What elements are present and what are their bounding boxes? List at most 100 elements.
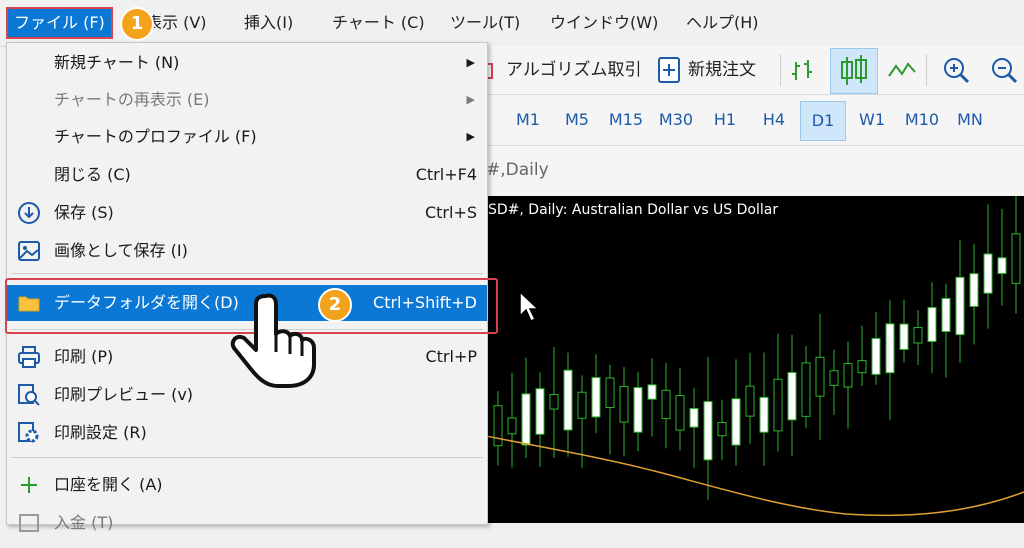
- submenu-arrow-icon: ▶: [466, 56, 475, 69]
- candle-body: [815, 356, 825, 397]
- candle-body: [633, 387, 643, 433]
- toolbar-divider: [780, 54, 781, 86]
- candle-body: [983, 253, 993, 294]
- candle-body: [689, 408, 699, 428]
- menu-chart[interactable]: チャート (C): [326, 9, 431, 37]
- menu-insert[interactable]: 挿入(I): [238, 9, 299, 37]
- print-preview-icon: [17, 383, 41, 407]
- timeframe-mn[interactable]: MN: [948, 101, 992, 139]
- candle-body: [829, 370, 839, 386]
- submenu-arrow-icon: ▶: [466, 130, 475, 143]
- save-icon: [17, 201, 41, 225]
- candle-body: [535, 388, 545, 435]
- printer-icon: [17, 345, 41, 369]
- menu-save-as-picture[interactable]: 画像として保存 (I): [7, 233, 487, 269]
- algo-trading-button[interactable]: アルゴリズム取引: [506, 52, 642, 88]
- timeframe-m30[interactable]: M30: [654, 101, 698, 139]
- candle-body: [493, 405, 503, 447]
- menu-new-chart[interactable]: 新規チャート (N) ▶: [7, 45, 487, 81]
- moving-average-line: [486, 435, 1024, 517]
- candle-body: [941, 297, 951, 333]
- candle-body: [997, 257, 1007, 275]
- candle-body: [605, 377, 615, 409]
- menu-chart-profiles[interactable]: チャートのプロファイル (F) ▶: [7, 119, 487, 155]
- menu-tools[interactable]: ツール(T): [444, 9, 526, 37]
- timeframe-h4[interactable]: H4: [752, 101, 796, 139]
- candle-body: [927, 306, 937, 342]
- submenu-arrow-icon: ▶: [466, 93, 475, 106]
- candle-body: [759, 396, 769, 433]
- candle-body: [619, 386, 629, 423]
- main-toolbar: アルゴリズム取引 新規注文: [481, 46, 1024, 95]
- timeframe-m15[interactable]: M15: [604, 101, 648, 139]
- deposit-icon: [17, 511, 41, 535]
- chart-canvas: [486, 196, 1024, 517]
- new-order-button[interactable]: 新規注文: [688, 52, 756, 88]
- timeframe-h1[interactable]: H1: [703, 101, 747, 139]
- candle-body: [591, 377, 601, 418]
- timeframe-m1[interactable]: M1: [506, 101, 550, 139]
- chart-tab[interactable]: #,Daily: [486, 160, 549, 180]
- candle-body: [731, 398, 741, 446]
- step-badge-1: 1: [120, 7, 154, 41]
- chart-title: SD#, Daily: Australian Dollar vs US Doll…: [488, 202, 779, 218]
- menu-item-label: 印刷 (P): [54, 347, 114, 366]
- picture-icon: [17, 239, 41, 263]
- bar-chart-icon[interactable]: [788, 54, 820, 86]
- menu-open-account[interactable]: 口座を開く (A): [7, 467, 487, 503]
- menu-refresh-chart: チャートの再表示 (E) ▶: [7, 82, 487, 118]
- candle-body: [703, 401, 713, 461]
- pointing-hand-icon: [230, 293, 316, 388]
- candlestick-icon[interactable]: [830, 48, 878, 94]
- shortcut-label: Ctrl+S: [424, 203, 477, 222]
- menu-separator: [11, 457, 483, 458]
- candle-body: [549, 394, 559, 410]
- timeframe-m10[interactable]: M10: [900, 101, 944, 139]
- candle-body: [661, 389, 671, 420]
- candle-body: [899, 323, 909, 350]
- candle-body: [843, 362, 853, 388]
- candle-body: [717, 422, 727, 437]
- timeframe-w1[interactable]: W1: [850, 101, 894, 139]
- menu-item-label: 口座を開く (A): [54, 475, 163, 494]
- shortcut-label: Ctrl+P: [425, 347, 477, 366]
- menu-item-label: チャートの再表示 (E): [54, 90, 210, 109]
- candle-body: [955, 276, 965, 336]
- timeframe-m5[interactable]: M5: [555, 101, 599, 139]
- menu-item-label: 印刷プレビュー (v): [54, 385, 194, 404]
- print-setup-icon: [17, 421, 41, 445]
- chart-tab-bar: #,Daily: [486, 146, 1024, 196]
- menu-deposit: 入金 (T): [7, 505, 487, 541]
- candle-body: [675, 395, 685, 431]
- zoom-in-icon[interactable]: [940, 54, 972, 86]
- zoom-out-icon[interactable]: [988, 54, 1020, 86]
- candle-body: [787, 372, 797, 421]
- menu-help[interactable]: ヘルプ(H): [680, 9, 765, 37]
- candle-body: [1011, 233, 1021, 284]
- shortcut-label: Ctrl+F4: [415, 165, 477, 184]
- candle-body: [521, 393, 531, 446]
- candle-body: [913, 327, 923, 344]
- line-chart-icon[interactable]: [886, 54, 918, 86]
- price-chart[interactable]: SD#, Daily: Australian Dollar vs US Doll…: [486, 196, 1024, 523]
- menu-close[interactable]: 閉じる (C) Ctrl+F4: [7, 157, 487, 193]
- plus-icon: [17, 473, 41, 497]
- menu-item-label: チャートのプロファイル (F): [54, 127, 257, 146]
- candle-body: [577, 391, 587, 419]
- menu-file[interactable]: ファイル (F): [6, 7, 113, 39]
- menu-item-label: 画像として保存 (I): [54, 241, 188, 260]
- menu-save[interactable]: 保存 (S) Ctrl+S: [7, 195, 487, 231]
- candle-body: [745, 385, 755, 417]
- candle-body: [857, 360, 867, 374]
- timeframe-bar: M1 M5 M15 M30 H1 H4 D1 W1 M10 MN: [486, 95, 1024, 146]
- menu-window[interactable]: ウインドウ(W): [544, 9, 664, 37]
- new-order-icon: [654, 54, 686, 86]
- candle-body: [507, 417, 517, 435]
- candle-body: [801, 362, 811, 417]
- menu-separator: [11, 273, 483, 274]
- menu-item-label: 入金 (T): [54, 513, 114, 532]
- menu-item-label: 新規チャート (N): [54, 53, 180, 72]
- timeframe-d1[interactable]: D1: [800, 101, 846, 141]
- candle-body: [647, 384, 657, 400]
- menu-print-setup[interactable]: 印刷設定 (R): [7, 415, 487, 451]
